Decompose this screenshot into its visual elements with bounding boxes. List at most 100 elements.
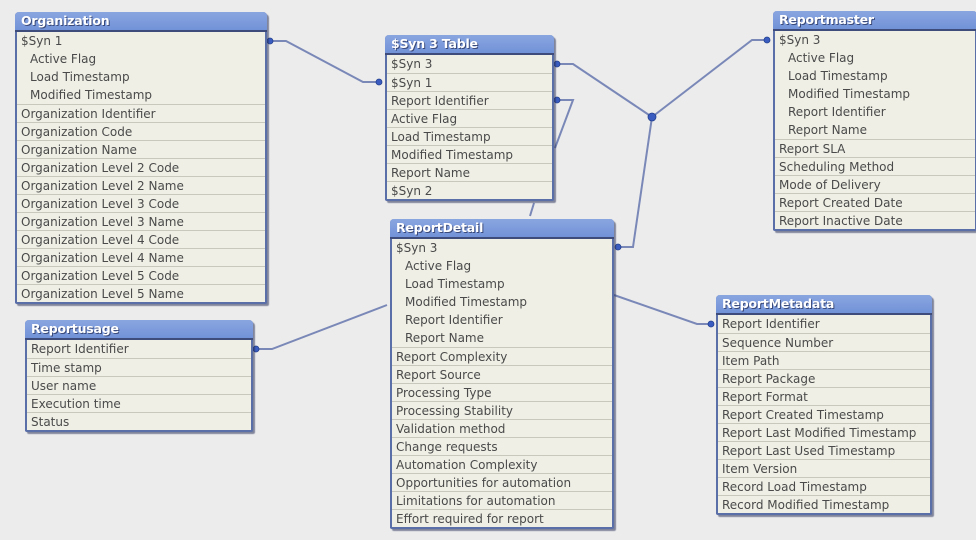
field-row[interactable]: Report Package bbox=[718, 369, 930, 387]
field-row[interactable]: $Syn 1 bbox=[17, 32, 265, 50]
field-row[interactable]: Status bbox=[27, 412, 251, 430]
field-row[interactable]: Opportunities for automation bbox=[392, 473, 612, 491]
field-row[interactable]: Organization Level 2 Name bbox=[17, 176, 265, 194]
link-node bbox=[614, 243, 622, 251]
field-row[interactable]: Time stamp bbox=[27, 358, 251, 376]
link-reportusage-reportdetail[interactable] bbox=[256, 304, 388, 350]
field-row[interactable]: Report Created Date bbox=[775, 193, 975, 211]
link-syn3table-hub[interactable] bbox=[557, 63, 653, 118]
field-row[interactable]: Effort required for report bbox=[392, 509, 612, 527]
table-title[interactable]: $Syn 3 Table bbox=[385, 35, 554, 55]
field-list: Report Identifier Time stamp User name Exec… bbox=[27, 340, 251, 430]
field-row[interactable]: Record Modified Timestamp bbox=[718, 495, 930, 513]
table-reportusage[interactable]: Reportusage Report Identifier Time stamp U… bbox=[25, 320, 253, 432]
table-syn3[interactable]: $Syn 3 Table $Syn 3 $Syn 1 Report Identifi… bbox=[385, 35, 554, 201]
field-row[interactable]: Load Timestamp bbox=[17, 68, 265, 86]
field-row[interactable]: Organization Name bbox=[17, 140, 265, 158]
table-title[interactable]: Reportmaster bbox=[773, 11, 976, 31]
link-reportdetail-hub[interactable] bbox=[618, 116, 653, 248]
field-list: $Syn 3 $Syn 1 Report Identifier Active Flag… bbox=[387, 55, 552, 199]
field-row[interactable]: Limitations for automation bbox=[392, 491, 612, 509]
field-list: $Syn 3 Active Flag Load Timestamp Modified … bbox=[775, 31, 975, 229]
field-row[interactable]: $Syn 1 bbox=[387, 73, 552, 91]
table-title[interactable]: ReportDetail bbox=[390, 219, 614, 239]
field-row[interactable]: Active Flag bbox=[17, 50, 265, 68]
hub-node[interactable] bbox=[647, 112, 657, 122]
field-row[interactable]: Record Load Timestamp bbox=[718, 477, 930, 495]
field-row[interactable]: Modified Timestamp bbox=[387, 145, 552, 163]
field-row[interactable]: $Syn 3 bbox=[387, 55, 552, 73]
field-row[interactable]: Organization Level 4 Name bbox=[17, 248, 265, 266]
link-reportdetail-reportmetadata[interactable] bbox=[613, 294, 711, 325]
field-row[interactable]: Execution time bbox=[27, 394, 251, 412]
field-row[interactable]: User name bbox=[27, 376, 251, 394]
field-row[interactable]: Report Complexity bbox=[392, 347, 612, 365]
table-reportdetail[interactable]: ReportDetail $Syn 3 Active Flag Load Times… bbox=[390, 219, 614, 529]
link-syn3table-reportdetail[interactable] bbox=[529, 202, 535, 217]
field-row[interactable]: Item Version bbox=[718, 459, 930, 477]
field-row[interactable]: Organization Level 2 Code bbox=[17, 158, 265, 176]
field-row[interactable]: Validation method bbox=[392, 419, 612, 437]
field-row[interactable]: Report Name bbox=[392, 329, 612, 347]
field-row[interactable]: Report Source bbox=[392, 365, 612, 383]
field-row[interactable]: Report SLA bbox=[775, 139, 975, 157]
field-row[interactable]: Modified Timestamp bbox=[17, 86, 265, 104]
field-row[interactable]: Item Path bbox=[718, 351, 930, 369]
link-syn3table-reportidentifier[interactable] bbox=[554, 99, 575, 149]
table-title[interactable]: Reportusage bbox=[25, 320, 253, 340]
field-row[interactable]: Organization Identifier bbox=[17, 104, 265, 122]
field-row[interactable]: Report Name bbox=[387, 163, 552, 181]
field-row[interactable]: Organization Level 5 Code bbox=[17, 266, 265, 284]
field-row[interactable]: Organization Level 3 Code bbox=[17, 194, 265, 212]
field-row[interactable]: Load Timestamp bbox=[775, 67, 975, 85]
field-row[interactable]: Report Last Used Timestamp bbox=[718, 441, 930, 459]
table-organization[interactable]: Organization $Syn 1 Active Flag Load Times… bbox=[15, 12, 267, 304]
field-row[interactable]: Organization Level 3 Name bbox=[17, 212, 265, 230]
field-row[interactable]: Active Flag bbox=[387, 109, 552, 127]
field-row[interactable]: Report Identifier bbox=[775, 103, 975, 121]
table-title[interactable]: ReportMetadata bbox=[716, 295, 932, 315]
link-node bbox=[266, 37, 274, 45]
field-row[interactable]: $Syn 2 bbox=[387, 181, 552, 199]
link-node bbox=[375, 78, 383, 86]
field-list: $Syn 3 Active Flag Load Timestamp Modified … bbox=[392, 239, 612, 527]
field-row[interactable]: Automation Complexity bbox=[392, 455, 612, 473]
field-row[interactable]: $Syn 3 bbox=[775, 31, 975, 49]
link-organization-syn3table[interactable] bbox=[270, 40, 379, 83]
link-node bbox=[553, 96, 561, 104]
field-row[interactable]: Processing Stability bbox=[392, 401, 612, 419]
field-row[interactable]: Active Flag bbox=[775, 49, 975, 67]
field-row[interactable]: Report Name bbox=[775, 121, 975, 139]
field-row[interactable]: Scheduling Method bbox=[775, 157, 975, 175]
field-row[interactable]: Organization Code bbox=[17, 122, 265, 140]
field-row[interactable]: Load Timestamp bbox=[392, 275, 612, 293]
link-node bbox=[252, 345, 260, 353]
field-row[interactable]: Active Flag bbox=[392, 257, 612, 275]
field-row[interactable]: Modified Timestamp bbox=[392, 293, 612, 311]
table-reportmaster[interactable]: Reportmaster $Syn 3 Active Flag Load Times… bbox=[773, 11, 976, 231]
field-row[interactable]: Load Timestamp bbox=[387, 127, 552, 145]
field-row[interactable]: Report Created Timestamp bbox=[718, 405, 930, 423]
field-row[interactable]: Modified Timestamp bbox=[775, 85, 975, 103]
link-node bbox=[553, 60, 561, 68]
field-row[interactable]: Organization Level 4 Code bbox=[17, 230, 265, 248]
link-reportmaster-hub[interactable] bbox=[651, 39, 767, 118]
field-row[interactable]: Processing Type bbox=[392, 383, 612, 401]
field-list: Report Identifier Sequence Number Item Pat… bbox=[718, 315, 930, 513]
field-row[interactable]: Report Last Modified Timestamp bbox=[718, 423, 930, 441]
field-list: $Syn 1 Active Flag Load Timestamp Modified … bbox=[17, 32, 265, 302]
table-title[interactable]: Organization bbox=[15, 12, 267, 32]
field-row[interactable]: Organization Level 5 Name bbox=[17, 284, 265, 302]
field-row[interactable]: $Syn 3 bbox=[392, 239, 612, 257]
field-row[interactable]: Sequence Number bbox=[718, 333, 930, 351]
field-row[interactable]: Report Identifier bbox=[27, 340, 251, 358]
field-row[interactable]: Mode of Delivery bbox=[775, 175, 975, 193]
field-row[interactable]: Change requests bbox=[392, 437, 612, 455]
table-reportmetadata[interactable]: ReportMetadata Report Identifier Sequence… bbox=[716, 295, 932, 515]
link-node bbox=[707, 320, 715, 328]
field-row[interactable]: Report Identifier bbox=[387, 91, 552, 109]
field-row[interactable]: Report Inactive Date bbox=[775, 211, 975, 229]
field-row[interactable]: Report Format bbox=[718, 387, 930, 405]
field-row[interactable]: Report Identifier bbox=[718, 315, 930, 333]
field-row[interactable]: Report Identifier bbox=[392, 311, 612, 329]
